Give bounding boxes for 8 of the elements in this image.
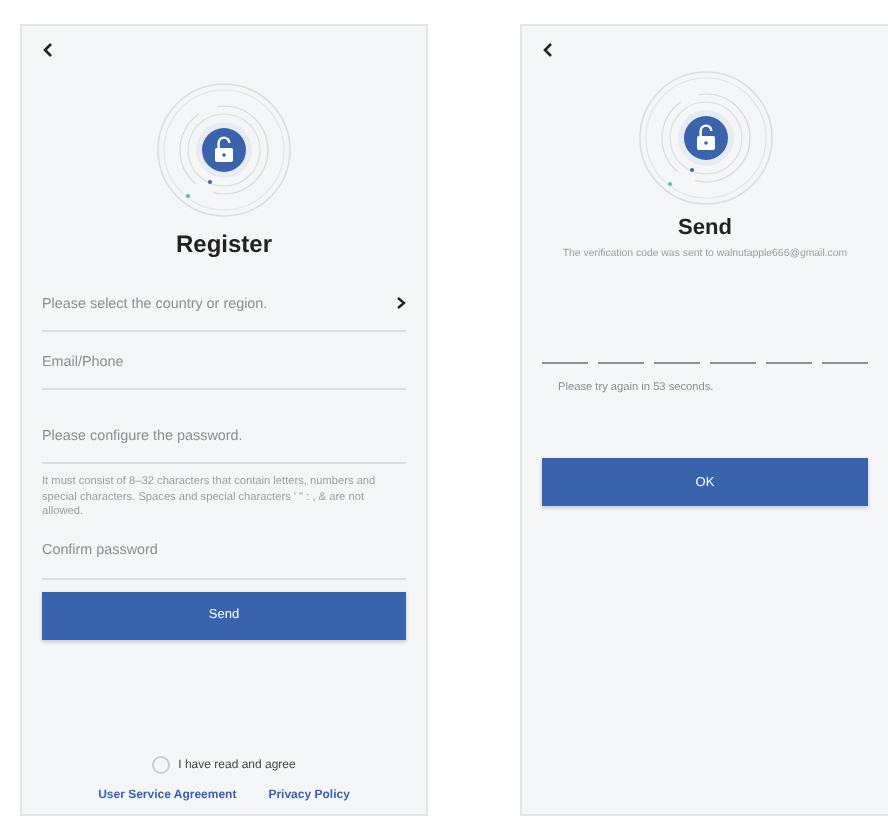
back-icon[interactable] [42, 42, 54, 58]
lock-logo-icon [637, 70, 773, 206]
agree-radio[interactable] [152, 756, 171, 774]
lock-logo-icon [156, 82, 292, 218]
page-title: Send [676, 216, 734, 240]
page-title: Register [173, 230, 275, 258]
chevron-right-icon [396, 295, 406, 309]
back-icon[interactable] [542, 42, 554, 58]
